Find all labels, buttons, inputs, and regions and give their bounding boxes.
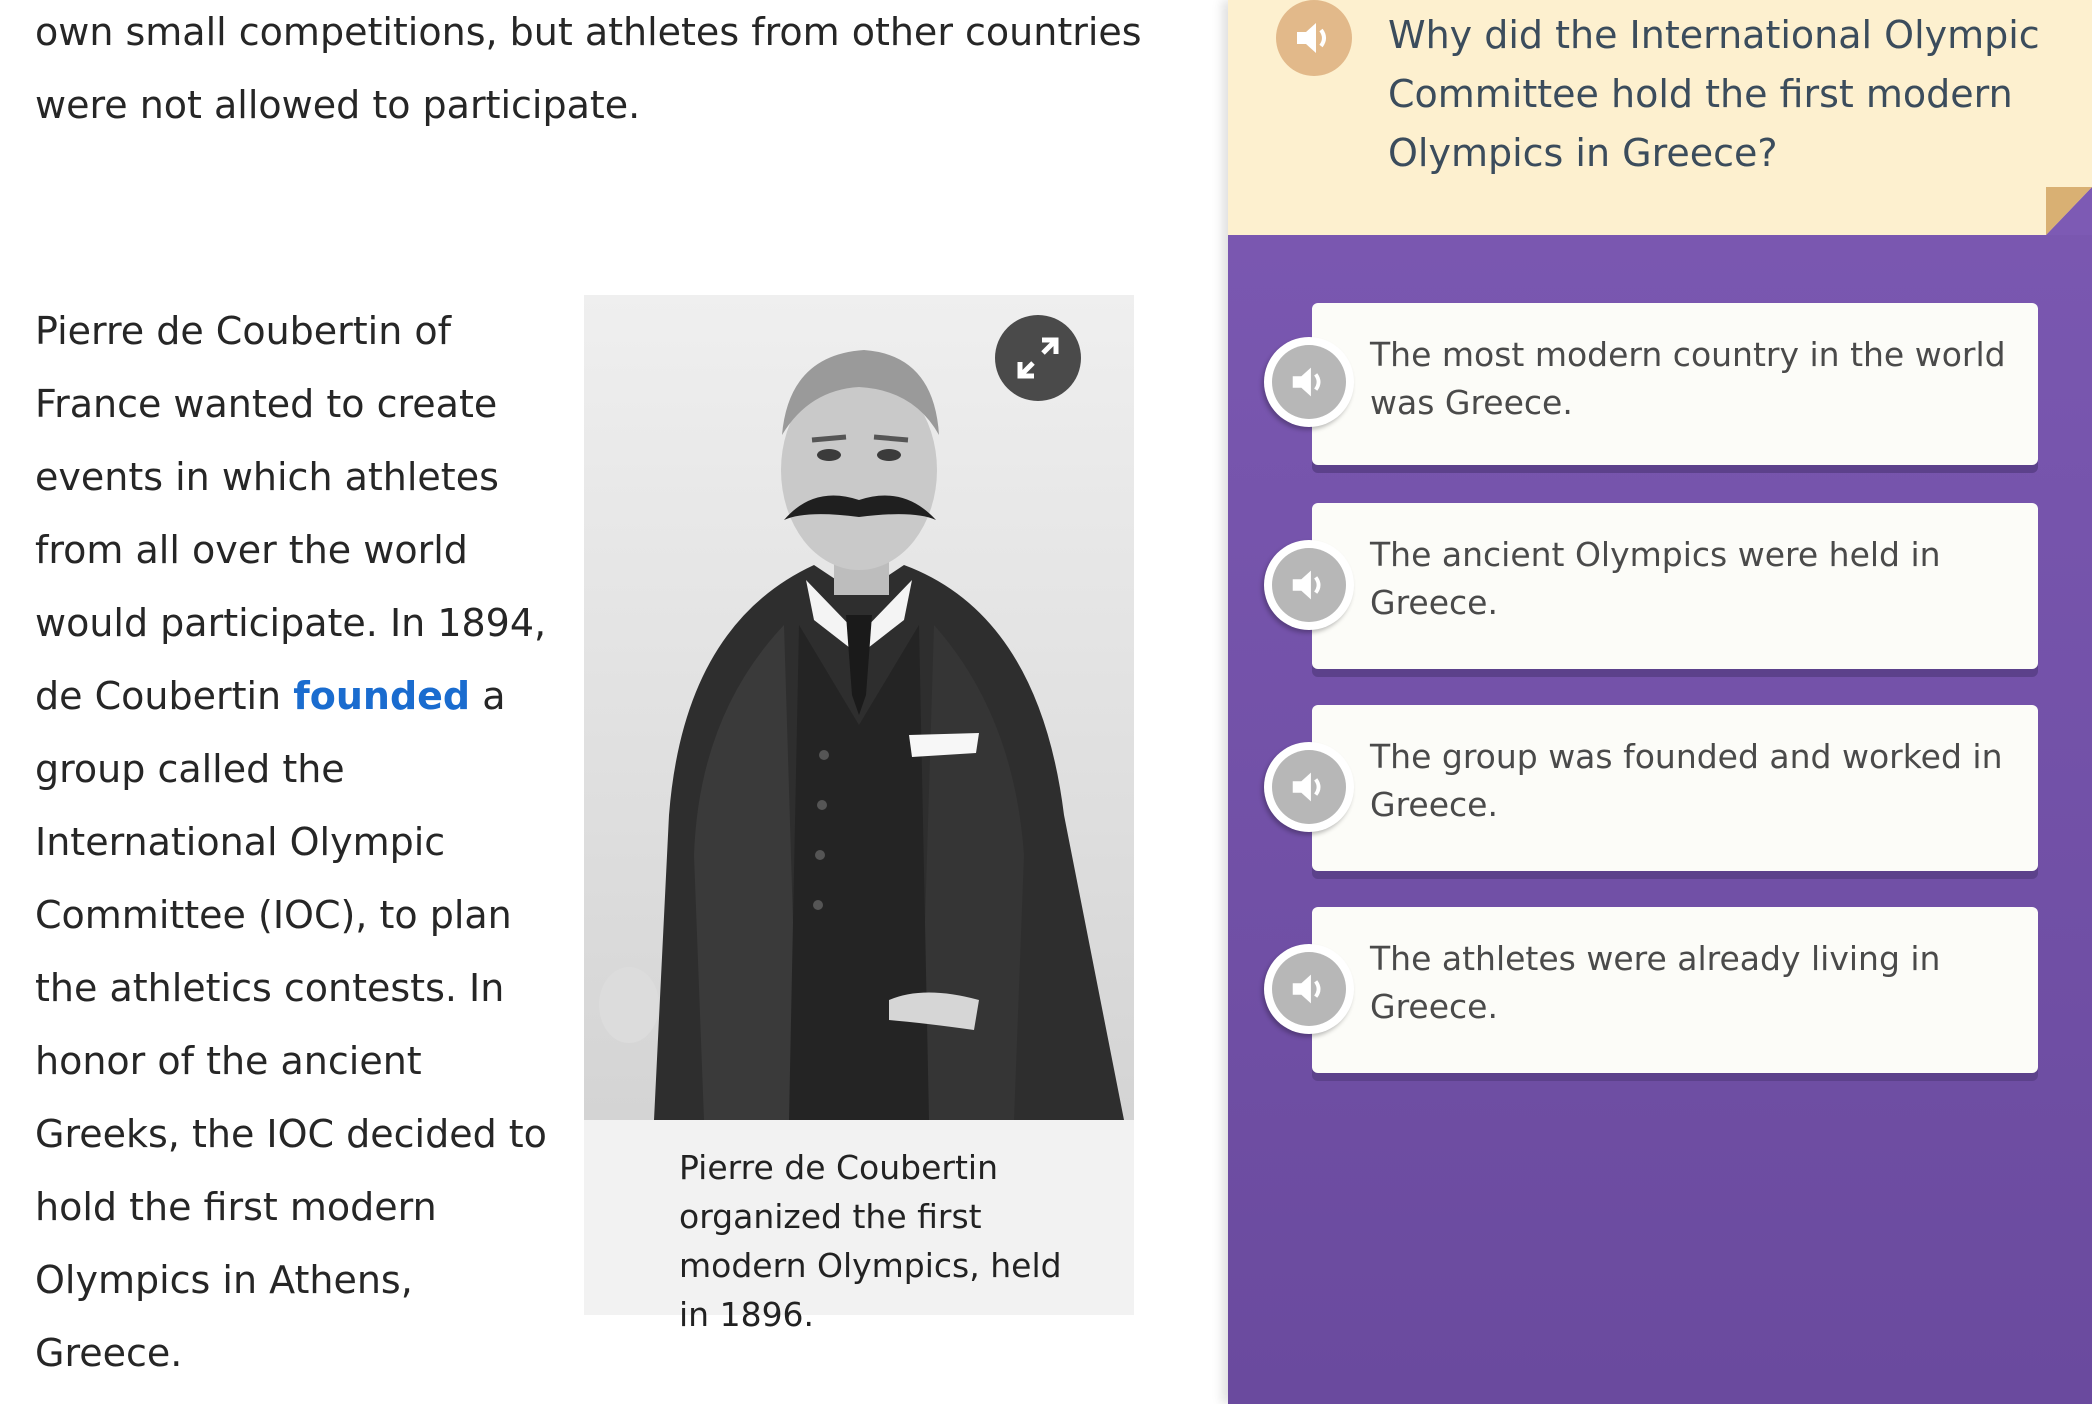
speaker-icon xyxy=(1292,974,1321,1004)
answer-3-audio-button[interactable] xyxy=(1264,742,1354,832)
article-pane: own small competitions, but athletes fro… xyxy=(0,0,1228,1404)
quiz-panel: Why did the International Olympic Commit… xyxy=(1228,0,2092,1404)
vocab-link-founded[interactable]: founded xyxy=(293,674,470,718)
speaker-icon xyxy=(1297,23,1326,53)
body-paragraph: Pierre de Coubertin of France wanted to … xyxy=(35,295,555,1390)
speaker-icon xyxy=(1292,367,1321,397)
answer-text: The most modern country in the world was… xyxy=(1370,335,2006,422)
portrait-illustration xyxy=(584,295,1134,1120)
body-text-after-link: a group called the International Olympic… xyxy=(35,674,547,1375)
answer-2-audio-button[interactable] xyxy=(1264,540,1354,630)
question-box-fold xyxy=(2046,187,2092,235)
intro-paragraph: own small competitions, but athletes fro… xyxy=(35,10,1142,127)
answer-option-1[interactable]: The most modern country in the world was… xyxy=(1312,303,2038,465)
question-text: Why did the International Olympic Commit… xyxy=(1388,13,2040,175)
portrait-photo xyxy=(584,295,1134,1120)
article-figure: Pierre de Coubertin organized the first … xyxy=(584,295,1134,1334)
answer-text: The ancient Olympics were held in Greece… xyxy=(1370,535,1941,622)
question-box: Why did the International Olympic Commit… xyxy=(1228,0,2092,235)
answer-1-audio-button[interactable] xyxy=(1264,337,1354,427)
answer-option-2[interactable]: The ancient Olympics were held in Greece… xyxy=(1312,503,2038,669)
speaker-icon xyxy=(1292,772,1321,802)
answer-option-3[interactable]: The group was founded and worked in Gree… xyxy=(1312,705,2038,871)
expand-image-button[interactable] xyxy=(995,315,1081,401)
figure-caption: Pierre de Coubertin organized the first … xyxy=(679,1148,1062,1334)
answer-text: The group was founded and worked in Gree… xyxy=(1370,737,2003,824)
answer-option-4[interactable]: The athletes were already living in Gree… xyxy=(1312,907,2038,1073)
question-audio-button[interactable] xyxy=(1276,0,1352,76)
answer-4-audio-button[interactable] xyxy=(1264,944,1354,1034)
body-text-before-link: Pierre de Coubertin of France wanted to … xyxy=(35,309,547,718)
answer-text: The athletes were already living in Gree… xyxy=(1370,939,1941,1026)
expand-icon xyxy=(1017,337,1059,379)
speaker-icon xyxy=(1292,570,1321,600)
